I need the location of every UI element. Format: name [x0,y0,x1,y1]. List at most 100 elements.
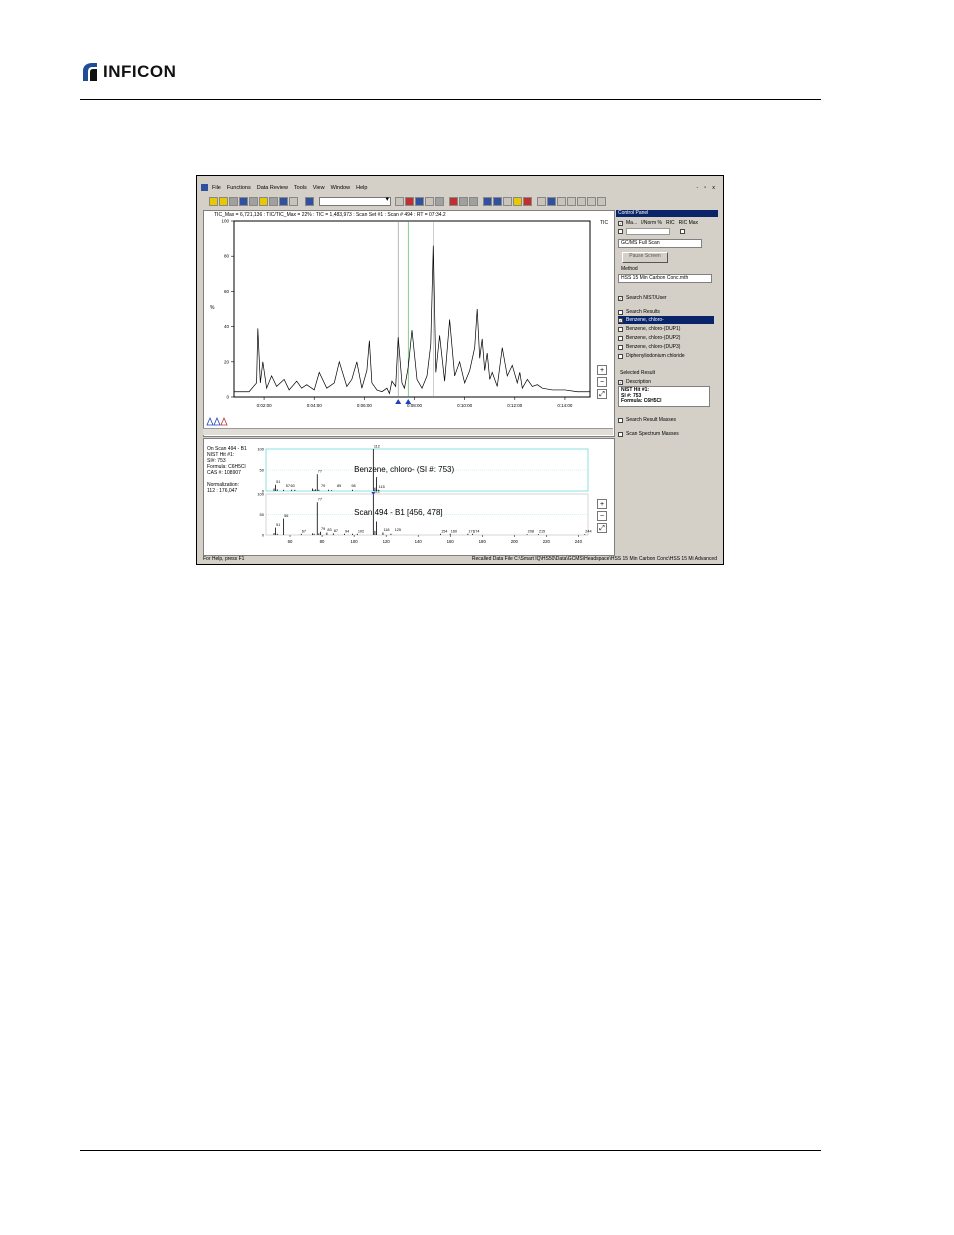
y-tick-label: 60 [224,289,230,294]
tool-9-icon[interactable] [483,196,492,206]
close-button[interactable]: x [712,185,715,191]
description-box: NIST Hit #1: SI #: 753 Formula: C6H5Cl [618,386,710,407]
scan-spectrum-x-tick-label: 100 [351,539,359,544]
app-icon[interactable] [201,184,208,191]
hit-label: Diphenyliodonium chloride [626,353,685,359]
horizontal-scrollbar[interactable] [203,428,613,435]
tool-15-icon[interactable] [557,196,566,206]
about-icon[interactable] [279,196,288,206]
tic-chromatogram-pane[interactable]: TIC_Max = 6,721,136 : TIC/TIC_Max = 22% … [203,210,615,437]
hit-checkbox[interactable] [618,353,623,359]
scan-spectrum-x-tick-label: 80 [320,539,325,544]
menu-view[interactable]: View [313,185,325,191]
menu-window[interactable]: Window [331,185,351,191]
menu-data-review[interactable]: Data Review [257,185,288,191]
description-checkbox[interactable]: ✓ [618,379,623,385]
method-field: HSS 15 Min Carbon Conc.mth [618,274,712,283]
zoom-out-icon[interactable]: − [597,377,607,387]
scan-spectrum-masses-label: Scan Spectrum Masses [626,431,679,437]
menu-functions[interactable]: Functions [227,185,251,191]
tool-8-icon[interactable] [469,196,478,206]
minimize-button[interactable]: - [696,185,698,191]
open-icon[interactable] [209,196,218,206]
tool-14-icon[interactable] [547,196,556,206]
mass-checkbox[interactable]: ✓ [618,220,623,226]
print-icon[interactable] [269,196,278,206]
mass-input[interactable] [626,228,670,235]
hit-checkbox[interactable] [618,344,623,350]
search-result-masses-checkbox[interactable] [618,417,623,423]
search-nist-checkbox[interactable]: ✓ [618,295,623,301]
hit-row[interactable]: ✓ Benzene, chloro- [618,316,714,324]
scan-spectrum-x-tick-label: 240 [575,539,583,544]
hit-row[interactable]: Diphenyliodonium chloride [618,352,714,360]
tool-11-icon[interactable] [513,196,522,206]
folder-icon[interactable] [259,196,268,206]
col-mass: Ma... [626,220,638,226]
menu-help[interactable]: Help [356,185,367,191]
tool-13-icon[interactable] [537,196,546,206]
library-spectrum-peak-label: 57 [286,484,290,488]
x-tick-label: 0:02:00 [257,403,273,408]
cursor-marker-icon [395,399,402,404]
zoom-out-icon[interactable]: − [597,511,607,521]
row-checkbox-2[interactable] [680,229,685,234]
tool-2-icon[interactable] [405,196,414,206]
hit-checkbox[interactable]: ✓ [618,317,623,323]
restore-button[interactable]: ▫ [704,185,706,191]
scan-spectrum-title: Scan 494 - B1 [456, 478] [354,508,443,517]
tool-7-icon[interactable] [459,196,468,206]
tool-4-icon[interactable] [425,196,434,206]
spectrum-pane[interactable]: On Scan 494 - B1 NIST Hit #1: SI#: 753 F… [203,438,615,556]
footer-rule [80,1150,821,1151]
scan-spectrum-peak-label: 160 [451,529,457,533]
open-folder-icon[interactable] [219,196,228,206]
mass-spectrum-chart[interactable]: 0501005157 607779 89 98112115Benzene, chlor… [204,439,614,555]
pause-screen-button[interactable]: Pause Screen [622,252,668,263]
hit-row[interactable]: Benzene, chloro-(DUP1) [618,325,714,333]
search-results-checkbox[interactable] [618,309,623,315]
tool-16-icon[interactable] [567,196,576,206]
hit-row[interactable]: Benzene, chloro-(DUP3) [618,343,714,351]
help-icon[interactable] [289,196,298,206]
save-icon[interactable] [239,196,248,206]
hit-row[interactable]: Benzene, chloro-(DUP2) [618,334,714,342]
scan-spectrum-peak-label: 112 [374,490,380,494]
tool-5-icon[interactable] [435,196,444,206]
hit-checkbox[interactable] [618,335,623,341]
zoom-in-icon[interactable]: + [597,499,607,509]
scan-spectrum-peak-label: 215 [539,530,545,534]
tool-12-icon[interactable] [523,196,532,206]
zoom-reset-icon[interactable]: ⤢ [597,523,607,533]
tool-17-icon[interactable] [577,196,586,206]
row-checkbox-1[interactable] [618,229,623,234]
zoom-reset-icon[interactable]: ⤢ [597,389,607,399]
tool-18-icon[interactable] [587,196,596,206]
logo-text: INFICON [103,62,177,81]
library-spectrum-peak-label: 60 [291,484,295,488]
scan-spectrum-x-tick-label: 180 [479,539,487,544]
scan-spectrum-peak-label: 67 [302,529,306,533]
menu-file[interactable]: File [212,185,221,191]
monitor-icon[interactable] [305,196,314,206]
col-ric-max: RIC Max [678,220,699,226]
method-icon[interactable] [229,196,238,206]
cursor-marker-icon [405,399,412,404]
tic-chart[interactable]: 020406080100%0:02:00 0:04:00 0:06:00 0:08:0… [204,211,614,429]
y-tick-label: 20 [224,359,230,364]
tools-icon[interactable] [249,196,258,206]
tool-3-icon[interactable] [415,196,424,206]
library-spectrum-peak-label: 112 [374,445,380,449]
tool-19-icon[interactable] [597,196,606,206]
method-label: Method [621,266,638,272]
zoom-in-icon[interactable]: + [597,365,607,375]
toolbar-combo[interactable] [319,195,391,206]
scan-spectrum-masses-checkbox[interactable] [618,431,623,437]
tool-6-icon[interactable] [449,196,458,206]
tool-1-icon[interactable] [395,196,404,206]
nist-icon[interactable] [503,196,512,206]
tool-10-icon[interactable] [493,196,502,206]
menu-tools[interactable]: Tools [294,185,307,191]
scan-spectrum-x-tick-label: 60 [288,539,293,544]
hit-checkbox[interactable] [618,326,623,332]
